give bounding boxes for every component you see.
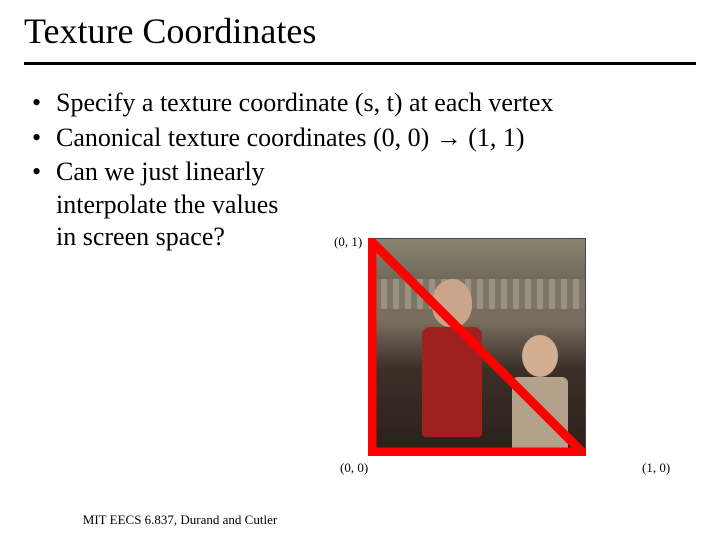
slide: Texture Coordinates Specify a texture co… [0, 0, 720, 254]
bullet-item: Can we just linearly interpolate the val… [32, 156, 332, 254]
bullet-item: Canonical texture coordinates (0, 0) → (… [32, 122, 696, 155]
coord-label-bottom-right: (1, 0) [642, 460, 670, 476]
photo-figure [507, 335, 573, 455]
slide-footer: MIT EECS 6.837, Durand and Cutler [0, 512, 360, 528]
texture-photo [368, 238, 586, 456]
slide-title: Texture Coordinates [24, 10, 696, 60]
coord-label-top-left: (0, 1) [334, 234, 362, 250]
coord-label-bottom-left: (0, 0) [340, 460, 368, 476]
title-underline [24, 62, 696, 65]
bullet-text: Can we just linearly interpolate the val… [56, 157, 278, 251]
photo-figure [417, 279, 487, 449]
texture-figure: (0, 1) (0, 0) (1, 0) [332, 218, 592, 466]
bullet-item: Specify a texture coordinate (s, t) at e… [32, 87, 696, 120]
